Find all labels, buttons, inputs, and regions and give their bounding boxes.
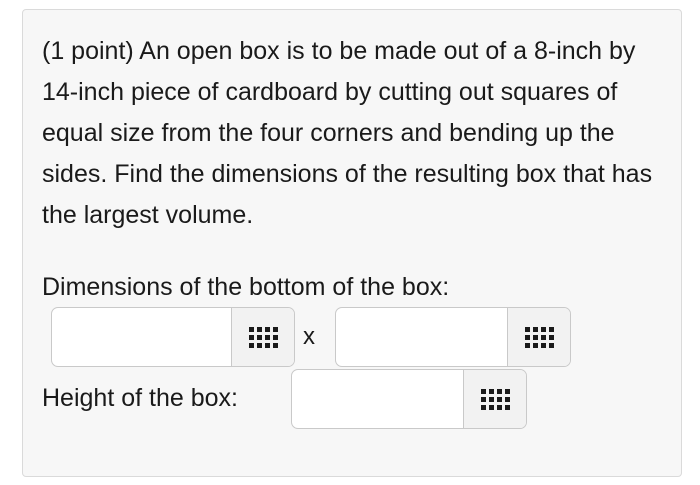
bottom-width-input[interactable] <box>52 308 232 366</box>
height-input[interactable] <box>292 370 464 428</box>
bottom-length-keypad-button[interactable] <box>507 308 570 366</box>
bottom-width-field <box>51 307 295 367</box>
problem-panel: (1 point) An open box is to be made out … <box>22 9 682 477</box>
problem-statement: (1 point) An open box is to be made out … <box>42 37 653 229</box>
bottom-length-field <box>335 307 571 367</box>
keypad-grid-icon <box>481 389 510 410</box>
height-keypad-button[interactable] <box>463 370 526 428</box>
times-sign: x <box>303 323 315 350</box>
height-label: Height of the box: <box>42 384 238 412</box>
keypad-grid-icon <box>249 327 278 348</box>
height-field <box>291 369 527 429</box>
keypad-grid-icon <box>525 327 554 348</box>
bottom-width-keypad-button[interactable] <box>231 308 294 366</box>
bottom-length-input[interactable] <box>336 308 508 366</box>
bottom-dimensions-label: Dimensions of the bottom of the box: <box>42 273 450 301</box>
